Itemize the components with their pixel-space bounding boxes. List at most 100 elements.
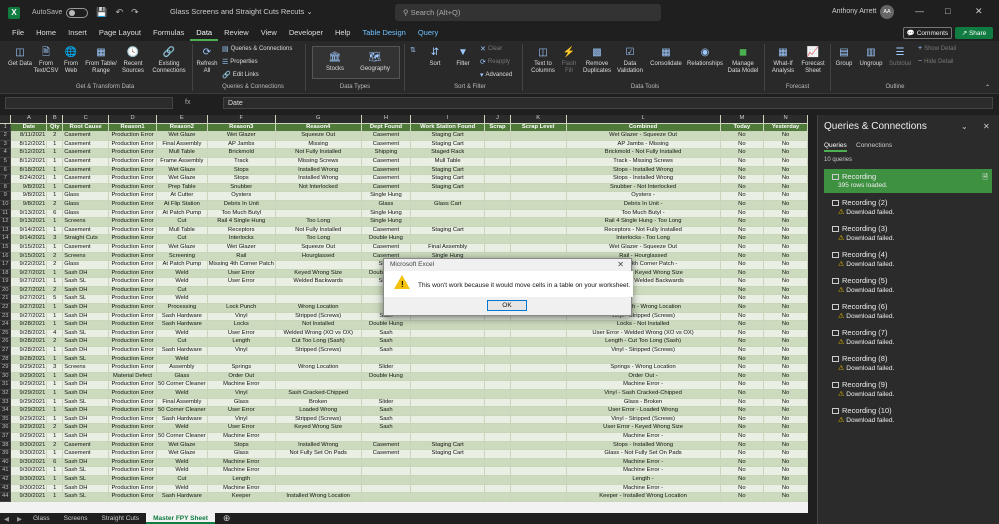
table-cell[interactable]: Casement bbox=[62, 174, 110, 184]
table-cell[interactable]: Production Error bbox=[108, 286, 158, 296]
table-cell[interactable]: 1 bbox=[46, 475, 64, 485]
column-letter[interactable]: H bbox=[361, 115, 412, 124]
table-cell[interactable]: Casement bbox=[62, 183, 110, 193]
table-cell[interactable]: 9/28/2021 bbox=[10, 329, 48, 339]
table-cell[interactable]: Prep Table bbox=[156, 183, 208, 193]
table-cell[interactable]: No bbox=[720, 398, 765, 408]
table-cell[interactable]: Sash DH bbox=[62, 312, 110, 322]
tab-page-layout[interactable]: Page Layout bbox=[93, 25, 147, 41]
table-cell[interactable]: Stops bbox=[207, 174, 276, 184]
table-cell[interactable]: No bbox=[720, 303, 765, 313]
column-letter[interactable]: L bbox=[566, 115, 721, 124]
table-cell[interactable]: Production Error bbox=[108, 260, 158, 270]
table-cell[interactable]: Sash DH bbox=[62, 337, 110, 348]
table-cell[interactable]: Vinyl - Stripped (Screws) bbox=[566, 346, 721, 356]
table-cell[interactable] bbox=[484, 174, 511, 184]
table-cell[interactable]: Wet Glaze bbox=[156, 243, 208, 253]
table-cell[interactable] bbox=[510, 346, 567, 356]
table-cell[interactable]: Too Long bbox=[275, 234, 362, 244]
table-cell[interactable] bbox=[207, 355, 276, 365]
table-cell[interactable]: Sash SL bbox=[62, 277, 110, 287]
table-cell[interactable]: Sash DH bbox=[62, 346, 110, 356]
table-cell[interactable] bbox=[361, 466, 412, 476]
table-cell[interactable]: No bbox=[763, 303, 808, 313]
table-cell[interactable] bbox=[410, 423, 486, 433]
scroll-left-icon[interactable]: ◀ bbox=[0, 515, 13, 523]
table-cell[interactable]: 9/28/2021 bbox=[10, 320, 48, 330]
table-cell[interactable]: 1 bbox=[46, 174, 64, 184]
table-cell[interactable]: Production Error bbox=[108, 234, 158, 244]
table-cell[interactable] bbox=[410, 492, 486, 502]
recent-sources-button[interactable]: 🕓 Recent Sources bbox=[119, 46, 147, 75]
table-cell[interactable]: Staging Cart bbox=[410, 183, 486, 193]
table-cell[interactable]: Missing bbox=[275, 140, 362, 150]
table-cell[interactable]: Receptors - Not Fully Installed bbox=[566, 226, 721, 236]
table-cell[interactable]: No bbox=[763, 329, 808, 339]
table-cell[interactable]: Sash Hardware bbox=[156, 492, 208, 502]
table-cell[interactable]: No bbox=[763, 415, 808, 425]
row-number[interactable]: 1 bbox=[0, 123, 12, 133]
table-cell[interactable]: Length bbox=[207, 475, 276, 485]
table-cell[interactable] bbox=[361, 458, 412, 468]
table-cell[interactable]: No bbox=[763, 243, 808, 253]
table-cell[interactable]: Weld bbox=[156, 277, 208, 287]
table-cell[interactable] bbox=[207, 286, 276, 296]
row-number[interactable]: 39 bbox=[0, 449, 12, 459]
row-number[interactable]: 20 bbox=[0, 286, 12, 296]
table-cell[interactable] bbox=[484, 148, 511, 158]
table-cell[interactable]: Wrong Location bbox=[275, 363, 362, 373]
table-cell[interactable]: 9/29/2021 bbox=[10, 380, 48, 390]
table-cell[interactable] bbox=[361, 389, 412, 399]
table-cell[interactable]: 9/30/2021 bbox=[10, 449, 48, 459]
table-cell[interactable]: At Flip Station bbox=[156, 200, 208, 210]
table-cell[interactable] bbox=[275, 355, 362, 365]
row-number[interactable]: 24 bbox=[0, 320, 12, 330]
table-cell[interactable] bbox=[484, 166, 511, 176]
table-header-cell[interactable]: Work Station Found bbox=[410, 123, 486, 133]
table-cell[interactable]: Production Error bbox=[108, 312, 158, 322]
table-cell[interactable]: No bbox=[720, 475, 765, 485]
table-cell[interactable]: No bbox=[720, 441, 765, 451]
tab-data[interactable]: Data bbox=[190, 25, 219, 41]
table-cell[interactable] bbox=[510, 372, 567, 382]
row-number[interactable]: 37 bbox=[0, 432, 12, 442]
table-cell[interactable]: 2 bbox=[46, 252, 64, 262]
table-cell[interactable]: No bbox=[720, 312, 765, 322]
table-cell[interactable] bbox=[484, 432, 511, 442]
table-cell[interactable]: Casement bbox=[361, 131, 412, 141]
table-cell[interactable]: Production Error bbox=[108, 217, 158, 227]
table-cell[interactable]: Sash bbox=[361, 346, 412, 356]
table-cell[interactable]: No bbox=[720, 269, 765, 279]
table-cell[interactable]: 1 bbox=[46, 380, 64, 390]
table-cell[interactable]: Final Assembly bbox=[156, 140, 208, 150]
table-cell[interactable] bbox=[484, 200, 511, 210]
table-cell[interactable]: Sash DH bbox=[62, 432, 110, 442]
table-cell[interactable]: Casement bbox=[62, 140, 110, 150]
table-cell[interactable]: Cut bbox=[156, 234, 208, 244]
table-cell[interactable]: Single Hung bbox=[361, 191, 412, 201]
table-cell[interactable] bbox=[510, 423, 567, 433]
table-cell[interactable]: Casement bbox=[361, 174, 412, 184]
table-cell[interactable]: Sash DH bbox=[62, 303, 110, 313]
table-cell[interactable] bbox=[484, 423, 511, 433]
table-cell[interactable]: No bbox=[720, 166, 765, 176]
table-cell[interactable] bbox=[275, 209, 362, 219]
tab-query[interactable]: Query bbox=[412, 25, 444, 41]
hide-detail-button[interactable]: − Hide Detail bbox=[918, 58, 953, 65]
table-cell[interactable] bbox=[510, 329, 567, 339]
table-cell[interactable]: No bbox=[763, 320, 808, 330]
table-cell[interactable]: 2 bbox=[46, 131, 64, 141]
table-cell[interactable]: No bbox=[763, 157, 808, 167]
table-cell[interactable]: Frame Assembly bbox=[156, 157, 208, 167]
table-cell[interactable]: Slider bbox=[361, 398, 412, 408]
column-letter[interactable]: D bbox=[108, 115, 158, 124]
table-cell[interactable]: Wet Glazer bbox=[207, 131, 276, 141]
panel-options-icon[interactable]: ⌄ bbox=[961, 122, 968, 131]
manage-data-model-button[interactable]: ◼ Manage Data Model bbox=[726, 46, 760, 75]
table-cell[interactable] bbox=[510, 234, 567, 244]
table-cell[interactable]: Too Much Butyl bbox=[207, 209, 276, 219]
table-header-cell[interactable]: Scrap Level bbox=[510, 123, 567, 133]
table-cell[interactable]: No bbox=[763, 286, 808, 296]
table-cell[interactable]: Mull Table bbox=[156, 148, 208, 158]
row-number[interactable]: 27 bbox=[0, 346, 12, 356]
